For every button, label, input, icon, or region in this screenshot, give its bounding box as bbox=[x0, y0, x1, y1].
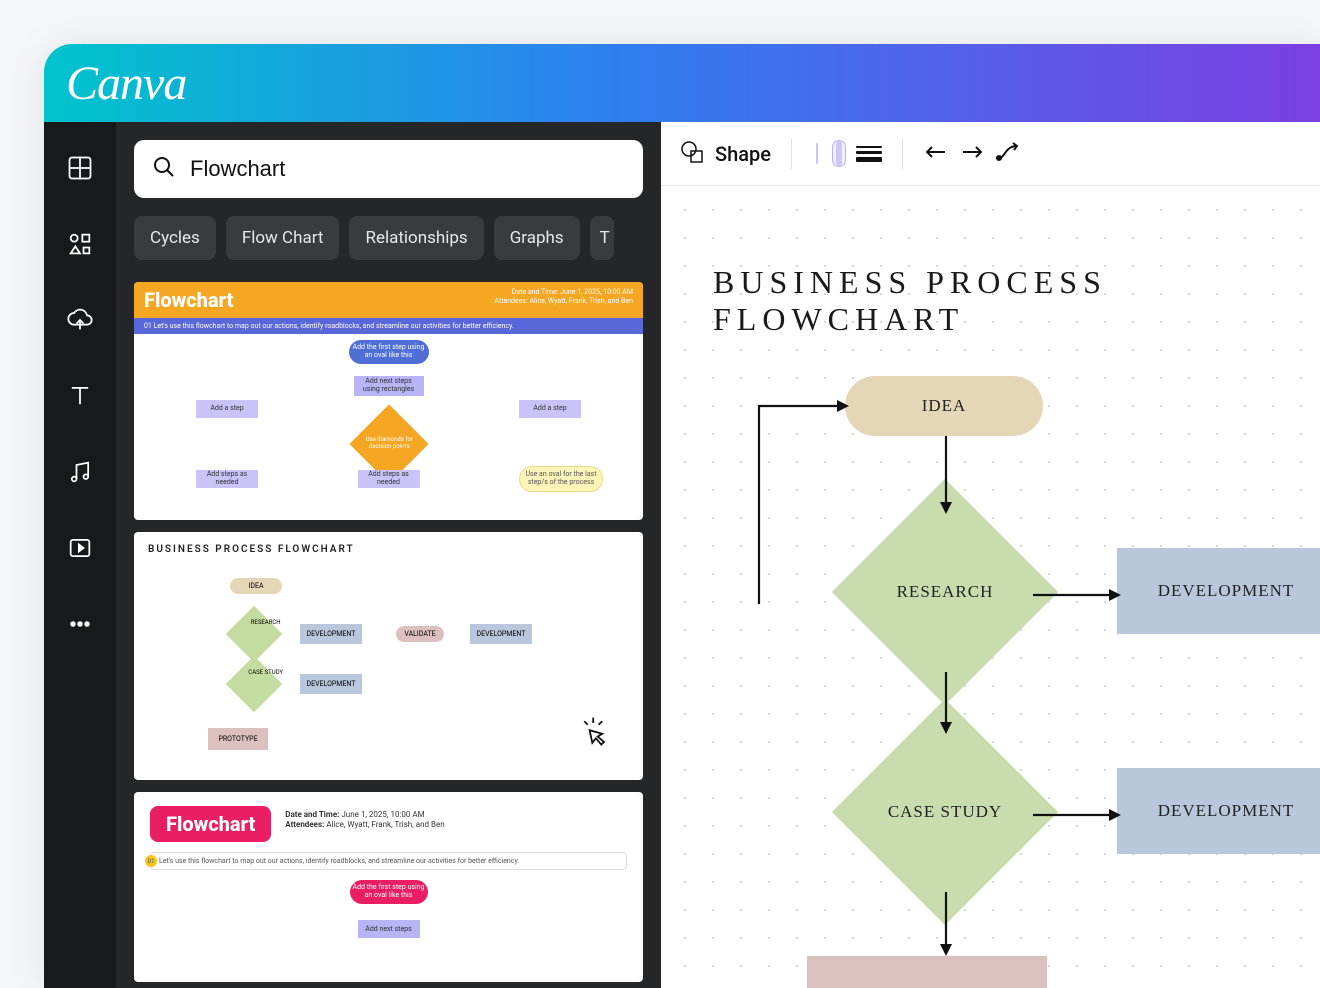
template-business-process[interactable]: BUSINESS PROCESS FLOWCHART IDEA RESEARCH… bbox=[134, 532, 643, 780]
shape-toolbar: Shape bbox=[661, 122, 1320, 186]
shape-tool-label: Shape bbox=[715, 142, 771, 166]
text-icon[interactable] bbox=[66, 382, 94, 410]
search-field[interactable] bbox=[134, 140, 643, 198]
t3-meta: Date and Time: June 1, 2025, 10:00 AM At… bbox=[285, 810, 444, 831]
line-weight-icon[interactable] bbox=[856, 146, 882, 162]
search-input[interactable] bbox=[190, 156, 625, 182]
video-icon[interactable] bbox=[66, 534, 94, 562]
templates-icon[interactable] bbox=[66, 154, 94, 182]
app-logo: Canva bbox=[66, 56, 186, 111]
more-icon[interactable] bbox=[66, 610, 94, 638]
outline-color-swatch[interactable] bbox=[832, 140, 846, 167]
filter-chips: Cycles Flow Chart Relationships Graphs T bbox=[134, 216, 643, 260]
side-panel: Cycles Flow Chart Relationships Graphs T… bbox=[116, 122, 661, 988]
chip-cycles[interactable]: Cycles bbox=[134, 216, 216, 260]
uploads-icon[interactable] bbox=[66, 306, 94, 334]
t1-banner: 01 Let's use this flowchart to map out o… bbox=[134, 318, 643, 334]
node-casestudy[interactable]: CASE STUDY bbox=[865, 732, 1025, 892]
node-prototype[interactable] bbox=[807, 956, 1047, 988]
connector bbox=[1033, 586, 1123, 605]
fill-color-swatch[interactable] bbox=[812, 140, 822, 167]
chip-graphs[interactable]: Graphs bbox=[494, 216, 580, 260]
connector-curve-icon[interactable] bbox=[995, 142, 1021, 166]
connector bbox=[940, 672, 952, 740]
cursor-click-icon bbox=[577, 714, 613, 750]
arrow-right-icon[interactable] bbox=[959, 142, 985, 166]
elements-icon[interactable] bbox=[66, 230, 94, 258]
connector bbox=[1033, 806, 1123, 825]
templates-list: Flowchart Date and Time: June 1, 2025, 1… bbox=[134, 282, 643, 988]
titlebar: Canva bbox=[44, 44, 1320, 122]
arrow-left-icon[interactable] bbox=[923, 142, 949, 166]
tool-rail bbox=[44, 122, 116, 988]
connector bbox=[759, 404, 859, 618]
canvas-title[interactable]: BUSINESS PROCESS FLOWCHART bbox=[713, 264, 1320, 338]
canvas-area: Shape BUSINESS PROCESS F bbox=[661, 122, 1320, 988]
design-canvas[interactable]: BUSINESS PROCESS FLOWCHART IDEA RESEARCH… bbox=[661, 186, 1320, 988]
connector bbox=[940, 892, 952, 962]
search-icon bbox=[152, 155, 176, 183]
node-idea[interactable]: IDEA bbox=[845, 376, 1043, 436]
shape-tool-icon[interactable] bbox=[679, 139, 705, 169]
t1-title: Flowchart bbox=[144, 288, 233, 312]
chip-overflow[interactable]: T bbox=[590, 216, 614, 260]
chip-relationships[interactable]: Relationships bbox=[349, 216, 483, 260]
t2-title: BUSINESS PROCESS FLOWCHART bbox=[148, 544, 629, 555]
t1-meta: Date and Time: June 1, 2025, 10:00 AM At… bbox=[494, 288, 633, 306]
audio-icon[interactable] bbox=[66, 458, 94, 486]
connector bbox=[940, 436, 952, 520]
toolbar-separator bbox=[791, 139, 792, 169]
chips-scroll-right[interactable] bbox=[624, 216, 656, 260]
template-pink-flowchart[interactable]: Flowchart Date and Time: June 1, 2025, 1… bbox=[134, 792, 643, 982]
t3-banner: 01 Let's use this flowchart to map out o… bbox=[150, 852, 627, 870]
chip-flowchart[interactable]: Flow Chart bbox=[226, 216, 340, 260]
node-research[interactable]: RESEARCH bbox=[865, 512, 1025, 672]
toolbar-separator bbox=[902, 139, 903, 169]
t3-title: Flowchart bbox=[150, 806, 271, 842]
node-development-2[interactable]: DEVELOPMENT bbox=[1117, 768, 1320, 854]
node-development-1[interactable]: DEVELOPMENT bbox=[1117, 548, 1320, 634]
template-orange-flowchart[interactable]: Flowchart Date and Time: June 1, 2025, 1… bbox=[134, 282, 643, 520]
